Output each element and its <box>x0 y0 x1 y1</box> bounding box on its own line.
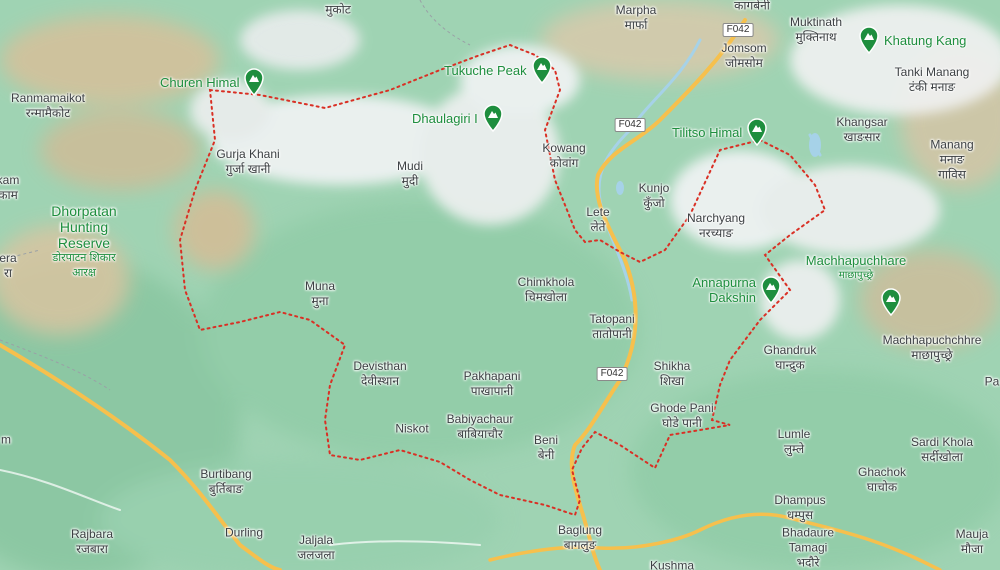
place-rajbara[interactable]: Rajbara रजबारा <box>71 527 113 557</box>
place-niskot[interactable]: Niskot <box>395 422 428 437</box>
place-tanki-manang[interactable]: Tanki Manang टंकी मनाङ <box>895 65 970 95</box>
poi-tukuche-peak[interactable]: Tukuche Peak <box>444 56 553 84</box>
place-mauja[interactable]: Mauja मौजा <box>956 527 989 557</box>
place-era[interactable]: era रा <box>0 251 17 281</box>
place-mudi[interactable]: Mudi मुदी <box>397 159 423 189</box>
place-kushma[interactable]: Kushma <box>650 559 694 570</box>
place-dhampus[interactable]: Dhampus धम्पुस <box>774 493 825 523</box>
place-durling[interactable]: Durling <box>225 526 263 541</box>
place-ghachok[interactable]: Ghachok घाचोक <box>858 465 906 495</box>
place-kunjo[interactable]: Kunjo कुँजो <box>639 181 670 211</box>
place-marpha[interactable]: Marpha मार्फा <box>616 3 657 33</box>
place-kagbeni[interactable]: कागबेनी <box>734 0 770 14</box>
place-dhorpatan[interactable]: Dhorpatan Hunting Reserve डोरपाटन शिकार आ… <box>39 203 129 281</box>
mountain-pin-icon[interactable] <box>880 288 902 316</box>
place-lumle[interactable]: Lumle लुम्ले <box>778 427 811 457</box>
place-sardi-khola[interactable]: Sardi Khola सर्दीखोला <box>911 435 973 465</box>
place-kowang[interactable]: Kowang कोवांग <box>542 141 585 171</box>
place-muna[interactable]: Muna मुना <box>305 279 335 309</box>
road-shield-f042[interactable]: F042 <box>614 118 646 132</box>
place-shikha[interactable]: Shikha शिखा <box>654 359 691 389</box>
map-canvas[interactable]: मुकोट Marpha मार्फा कागबेनी Muktinath मुक्… <box>0 0 1000 570</box>
place-mukot[interactable]: मुकोट <box>325 3 351 18</box>
place-devisthan[interactable]: Devisthan देवीस्थान <box>353 359 406 389</box>
place-m[interactable]: m <box>1 433 11 448</box>
place-ghandruk[interactable]: Ghandruk घान्द्रुक <box>764 343 817 373</box>
road-shield-f042[interactable]: F042 <box>722 23 754 37</box>
place-ghode-pani[interactable]: Ghode Pani घोडे पानी <box>650 401 713 431</box>
place-beni[interactable]: Beni बेनी <box>534 433 558 463</box>
place-manang[interactable]: Manang मनाङ गाविस <box>928 138 976 183</box>
poi-annapurna-dakshin[interactable]: Annapurna Dakshin <box>678 275 782 305</box>
poi-dhaulagiri[interactable]: Dhaulagiri I <box>412 104 504 132</box>
place-jaljala[interactable]: Jaljala जलजला <box>297 533 334 563</box>
mountain-pin-icon <box>761 276 781 304</box>
place-tatopani[interactable]: Tatopani तातोपानी <box>589 312 634 342</box>
place-kam[interactable]: kamकाम <box>0 173 19 203</box>
mountain-pin-icon <box>531 56 552 84</box>
place-chimkhola[interactable]: Chimkhola चिमखोला <box>518 275 575 305</box>
poi-khatung-kang[interactable]: Khatung Kang <box>858 26 966 54</box>
place-jomsom[interactable]: Jomsom जोमसोम <box>721 41 766 71</box>
place-pa[interactable]: Pa <box>985 375 1000 390</box>
place-baglung[interactable]: Baglung बागलुङ <box>558 523 602 553</box>
mountain-pin-icon <box>747 118 768 146</box>
place-lete[interactable]: Lete लेते <box>586 205 609 235</box>
poi-machhapuchhare[interactable]: Machhapuchhare माछापुच्छ्रे <box>806 253 906 283</box>
place-gurja-khani[interactable]: Gurja Khani गुर्जा खानी <box>216 147 279 177</box>
place-babiyachaur[interactable]: Babiyachaur बाबियाचौर <box>447 412 514 442</box>
road-shield-f042[interactable]: F042 <box>596 367 628 381</box>
place-ranmamaikot[interactable]: Ranmamaikot रन्मामैकोट <box>11 91 85 121</box>
poi-churen-himal[interactable]: Churen Himal <box>160 68 265 96</box>
mountain-pin-icon <box>859 26 879 54</box>
place-burtibang[interactable]: Burtibang बुर्तिबाङ <box>200 467 251 497</box>
place-narchyang[interactable]: Narchyang नरच्याङ <box>687 211 745 241</box>
place-pakhapani[interactable]: Pakhapani पाखापानी <box>464 369 521 399</box>
place-bhadaure[interactable]: Bhadaure Tamagi भदौरे <box>773 526 843 570</box>
mountain-pin-icon <box>483 104 503 132</box>
place-machhapuchchhre[interactable]: Machhapuchchhre माछापुच्छ्रे <box>883 333 982 363</box>
map-terrain <box>0 0 1000 570</box>
poi-tilitso-himal[interactable]: Tilitso Himal <box>672 118 768 146</box>
place-muktinath[interactable]: Muktinath मुक्तिनाथ <box>790 15 842 45</box>
place-khangsar[interactable]: Khangsar खाङसार <box>836 115 887 145</box>
mountain-pin-icon <box>244 68 265 96</box>
